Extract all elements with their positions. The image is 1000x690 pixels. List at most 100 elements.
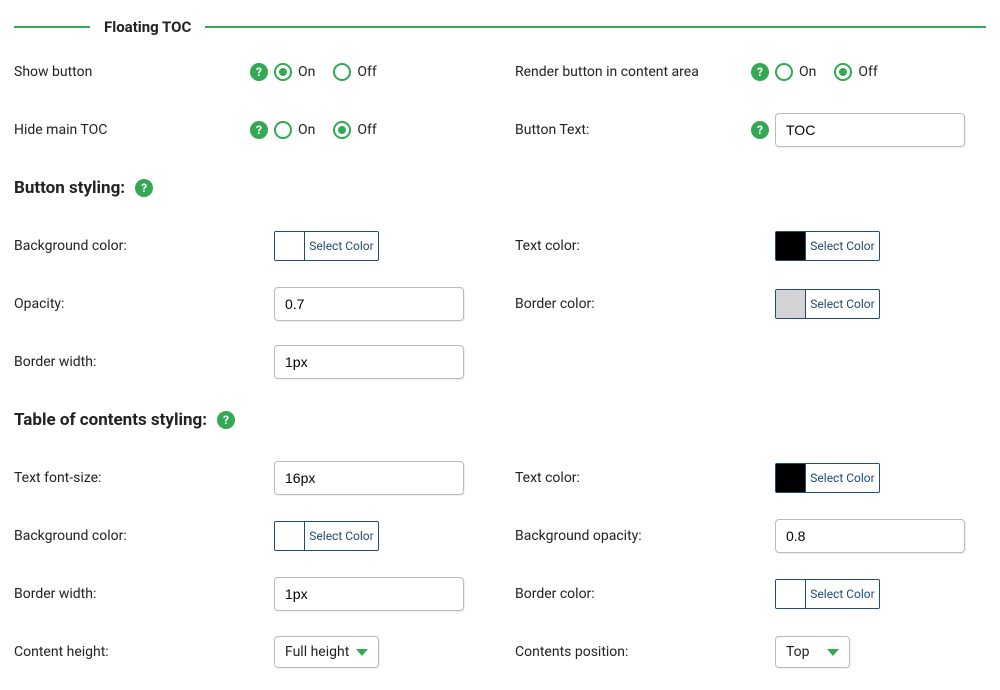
label-toc-bg-opacity: Background opacity:	[515, 528, 775, 544]
chevron-down-icon	[356, 649, 368, 656]
label-hide-main-toc: Hide main TOC	[14, 122, 240, 138]
radio-group-render-in-content: On Off	[775, 63, 878, 81]
row-toc-styling-heading: Table of contents styling: ?	[14, 402, 986, 438]
row-toc-text-color: Text color: Select Color	[515, 460, 986, 496]
row-toc-font-size: Text font-size:	[14, 460, 485, 496]
input-bs-border-width[interactable]	[274, 345, 464, 379]
row-button-styling-heading: Button styling: ?	[14, 170, 986, 206]
row-toc-bg-color: Background color: Select Color	[14, 518, 485, 554]
row-contents-position: Contents position: Top	[515, 634, 986, 670]
radio-label-off: Off	[858, 64, 877, 80]
input-toc-bg-opacity[interactable]	[775, 519, 965, 553]
select-value: Top	[786, 644, 810, 660]
color-picker-bs-bg[interactable]: Select Color	[274, 231, 379, 261]
radio-show-button-on[interactable]: On	[274, 63, 315, 81]
section-header: Floating TOC	[14, 18, 986, 36]
label-toc-bg-color: Background color:	[14, 528, 274, 544]
radio-hide-on[interactable]: On	[274, 121, 315, 139]
help-icon[interactable]: ?	[250, 121, 268, 139]
color-swatch-icon	[275, 522, 305, 550]
row-button-text: Button Text: ?	[515, 112, 986, 148]
label-contents-position: Contents position:	[515, 644, 775, 660]
chevron-down-icon	[827, 649, 839, 656]
select-content-height[interactable]: Full height	[274, 636, 379, 668]
input-button-text[interactable]	[775, 113, 965, 147]
color-picker-toc-border[interactable]: Select Color	[775, 579, 880, 609]
label-button-text: Button Text:	[515, 122, 741, 138]
row-render-in-content: Render button in content area ? On Off	[515, 54, 986, 90]
color-swatch-icon	[776, 232, 806, 260]
label-bs-bg-color: Background color:	[14, 238, 274, 254]
color-btn-label: Select Color	[305, 232, 378, 260]
color-btn-label: Select Color	[806, 464, 879, 492]
label-bs-border-width: Border width:	[14, 354, 274, 370]
row-content-height: Content height: Full height	[14, 634, 485, 670]
color-btn-label: Select Color	[806, 290, 879, 318]
color-swatch-icon	[275, 232, 305, 260]
select-value: Full height	[285, 644, 349, 660]
label-toc-text-color: Text color:	[515, 470, 775, 486]
row-toc-border-color: Border color: Select Color	[515, 576, 986, 612]
radio-circle-icon	[274, 121, 292, 139]
color-swatch-icon	[776, 580, 806, 608]
radio-circle-icon	[333, 63, 351, 81]
color-swatch-icon	[776, 464, 806, 492]
radio-circle-icon	[333, 121, 351, 139]
color-picker-toc-bg[interactable]: Select Color	[274, 521, 379, 551]
input-bs-opacity[interactable]	[274, 287, 464, 321]
row-toc-bg-opacity: Background opacity:	[515, 518, 986, 554]
row-show-button: Show button ? On Off	[14, 54, 485, 90]
color-picker-bs-text[interactable]: Select Color	[775, 231, 880, 261]
color-btn-label: Select Color	[305, 522, 378, 550]
select-contents-position[interactable]: Top	[775, 636, 850, 668]
help-icon[interactable]: ?	[250, 63, 268, 81]
radio-render-off[interactable]: Off	[834, 63, 877, 81]
heading-button-styling: Button styling:	[14, 174, 125, 202]
row-hide-main-toc: Hide main TOC ? On Off	[14, 112, 485, 148]
radio-group-hide-main-toc: On Off	[274, 121, 377, 139]
section-title: Floating TOC	[104, 18, 191, 36]
header-line-left	[14, 26, 90, 28]
row-toc-border-width: Border width:	[14, 576, 485, 612]
label-bs-text-color: Text color:	[515, 238, 775, 254]
label-render-in-content: Render button in content area	[515, 64, 741, 80]
radio-label-off: Off	[357, 122, 376, 138]
row-bs-text-color: Text color: Select Color	[515, 228, 986, 264]
row-bs-border-color: Border color: Select Color	[515, 286, 986, 322]
row-bs-opacity: Opacity:	[14, 286, 485, 322]
help-icon[interactable]: ?	[217, 411, 235, 429]
help-icon[interactable]: ?	[135, 179, 153, 197]
color-picker-toc-text[interactable]: Select Color	[775, 463, 880, 493]
radio-show-button-off[interactable]: Off	[333, 63, 376, 81]
radio-hide-off[interactable]: Off	[333, 121, 376, 139]
color-swatch-icon	[776, 290, 806, 318]
radio-label-off: Off	[357, 64, 376, 80]
spacer	[515, 344, 986, 380]
radio-render-on[interactable]: On	[775, 63, 816, 81]
help-icon[interactable]: ?	[751, 63, 769, 81]
label-toc-border-color: Border color:	[515, 586, 775, 602]
input-toc-border-width[interactable]	[274, 577, 464, 611]
radio-label-on: On	[298, 122, 315, 138]
header-line-right	[205, 26, 986, 28]
input-toc-font-size[interactable]	[274, 461, 464, 495]
label-toc-font-size: Text font-size:	[14, 470, 274, 486]
label-content-height: Content height:	[14, 644, 274, 660]
help-icon[interactable]: ?	[751, 121, 769, 139]
radio-label-on: On	[799, 64, 816, 80]
radio-group-show-button: On Off	[274, 63, 377, 81]
label-bs-opacity: Opacity:	[14, 296, 274, 312]
label-bs-border-color: Border color:	[515, 296, 775, 312]
row-bs-border-width: Border width:	[14, 344, 485, 380]
color-btn-label: Select Color	[806, 580, 879, 608]
color-picker-bs-border[interactable]: Select Color	[775, 289, 880, 319]
label-toc-border-width: Border width:	[14, 586, 274, 602]
label-show-button: Show button	[14, 64, 240, 80]
radio-circle-icon	[775, 63, 793, 81]
color-btn-label: Select Color	[806, 232, 879, 260]
radio-circle-icon	[274, 63, 292, 81]
radio-label-on: On	[298, 64, 315, 80]
radio-circle-icon	[834, 63, 852, 81]
row-bs-bg-color: Background color: Select Color	[14, 228, 485, 264]
heading-toc-styling: Table of contents styling:	[14, 406, 207, 434]
